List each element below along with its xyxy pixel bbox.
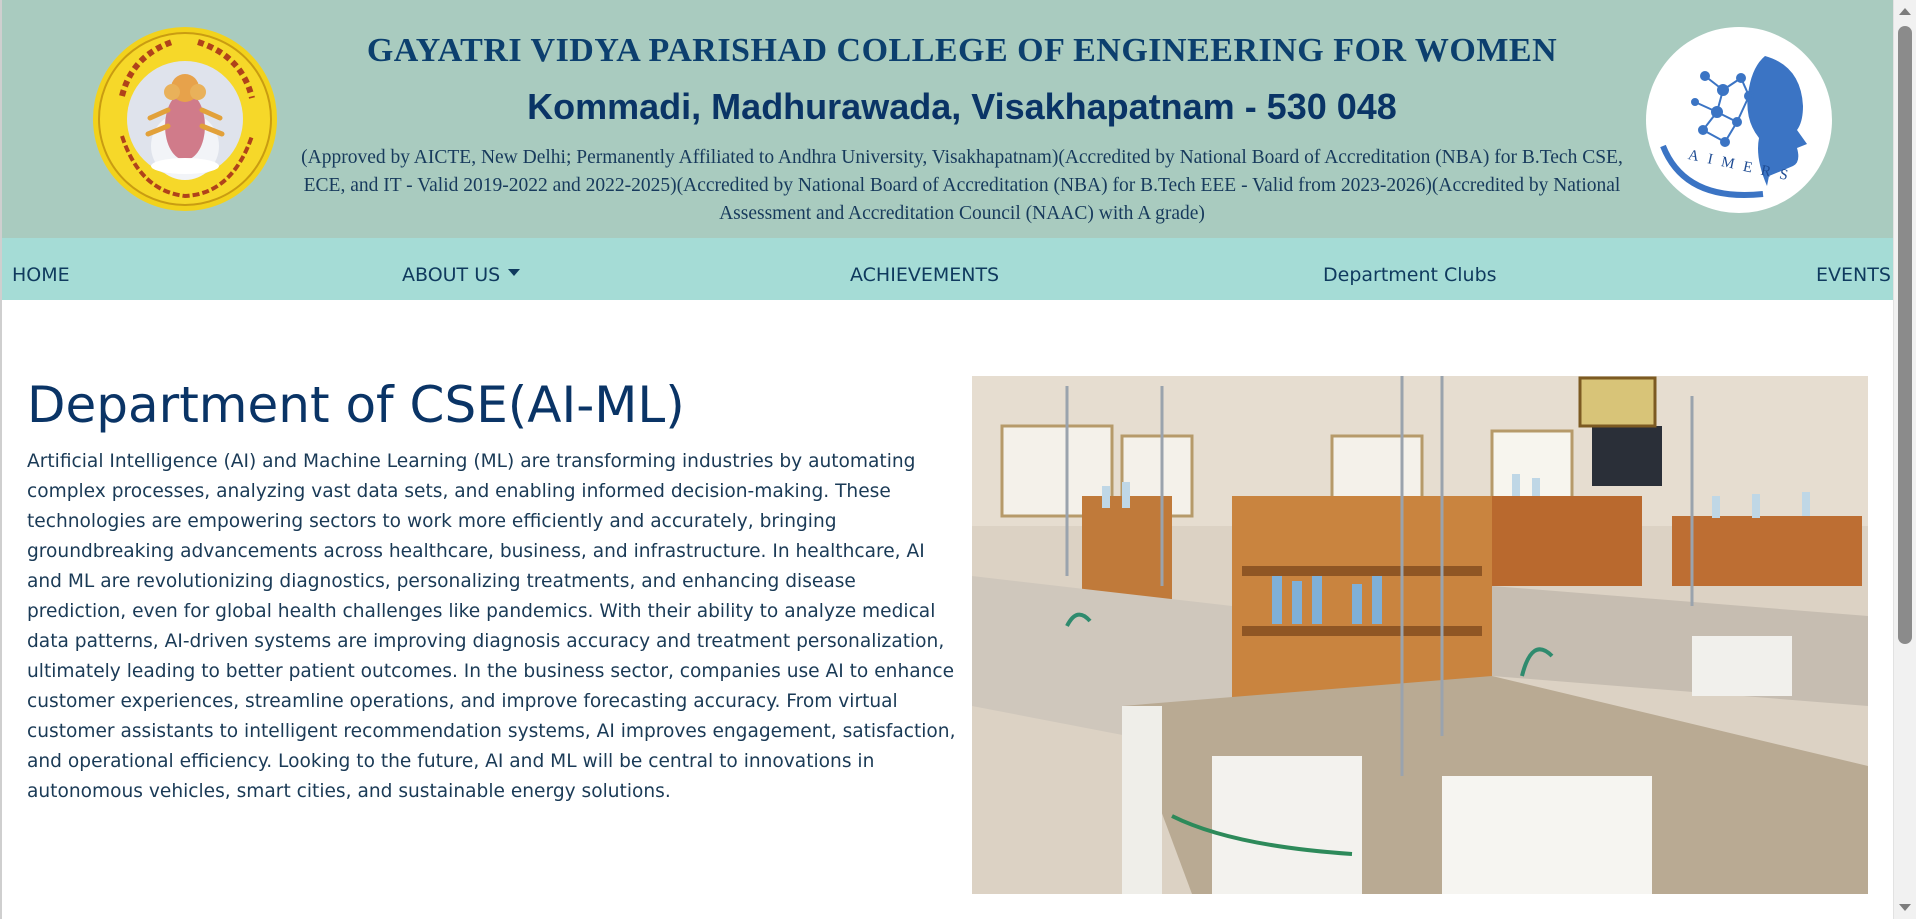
nav-department-clubs[interactable]: Department Clubs	[1323, 238, 1497, 300]
college-address: Kommadi, Madhurawada, Visakhapatnam - 53…	[527, 86, 1397, 127]
scrollbar-thumb[interactable]	[1898, 26, 1912, 644]
nav-about-us-label: ABOUT US	[402, 264, 501, 286]
vertical-scrollbar[interactable]	[1893, 0, 1916, 919]
chevron-down-icon	[508, 269, 521, 276]
page-title: Department of CSE(AI-ML)	[27, 376, 685, 434]
nav-home[interactable]: HOME	[12, 238, 70, 300]
college-logo[interactable]	[92, 26, 278, 212]
site-header: GAYATRI VIDYA PARISHAD COLLEGE OF ENGINE…	[2, 0, 1893, 238]
nav-events[interactable]: EVENTS	[1816, 238, 1891, 300]
accreditation-text: (Approved by AICTE, New Delhi; Permanent…	[301, 147, 1623, 224]
scroll-up-arrow-icon[interactable]	[1899, 8, 1911, 15]
department-description: Artificial Intelligence (AI) and Machine…	[27, 451, 956, 802]
college-name: GAYATRI VIDYA PARISHAD COLLEGE OF ENGINE…	[366, 32, 1558, 69]
nav-about-us[interactable]: ABOUT US	[402, 238, 521, 300]
laboratory-photo	[972, 376, 1868, 894]
scroll-down-arrow-icon[interactable]	[1899, 904, 1911, 911]
main-nav: HOME ABOUT US ACHIEVEMENTS Department Cl…	[2, 238, 1893, 300]
aimers-logo[interactable]: AIMERS	[1645, 26, 1833, 214]
nav-achievements[interactable]: ACHIEVEMENTS	[850, 238, 999, 300]
